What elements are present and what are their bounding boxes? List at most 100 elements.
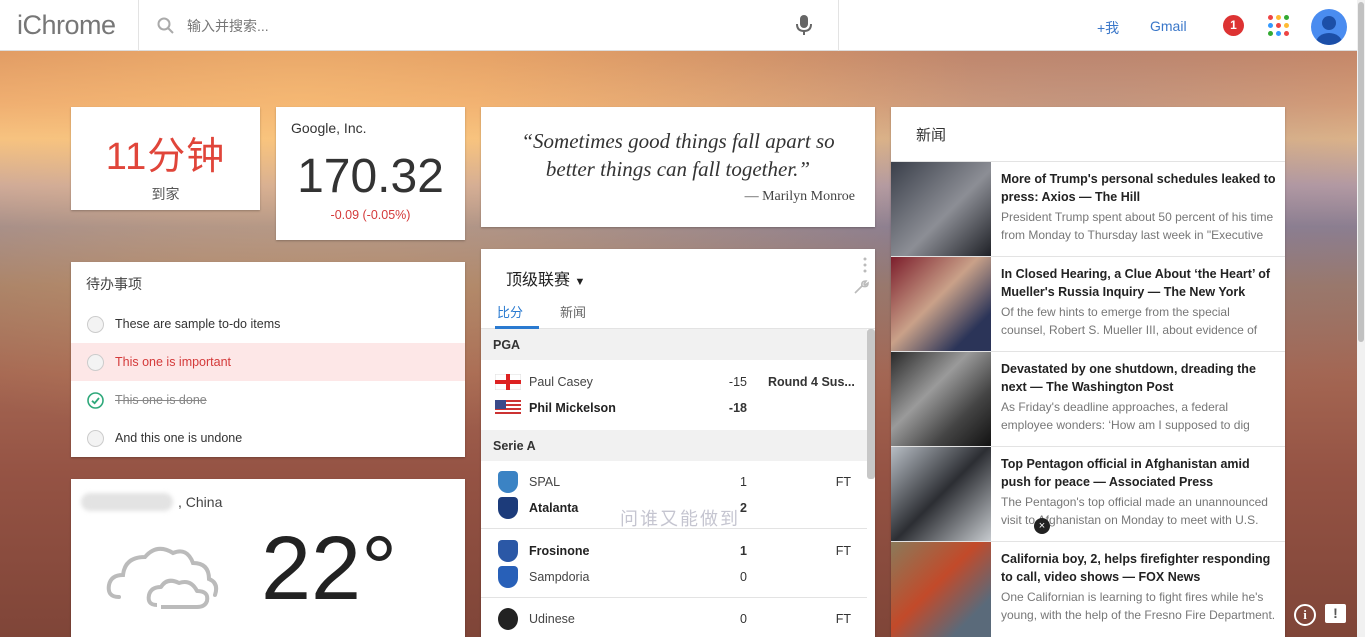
notification-badge[interactable]: 1	[1223, 15, 1244, 36]
news-description: Of the few hints to emerge from the spec…	[1001, 305, 1258, 337]
news-thumbnail[interactable]	[891, 162, 991, 257]
news-item[interactable]: Devastated by one shutdown, dreading the…	[891, 351, 1285, 447]
weather-location: , China	[178, 494, 223, 510]
stock-widget: Google, Inc. 170.32 -0.09 (-0.05%)	[276, 107, 465, 240]
udinese-crest-icon	[498, 608, 518, 630]
home-team: Udinese	[529, 612, 575, 626]
frosinone-crest-icon	[498, 540, 518, 562]
quote-text: “Sometimes good things fall apart so bet…	[521, 129, 835, 181]
atalanta-crest-icon	[498, 497, 518, 519]
todo-checkbox[interactable]	[87, 430, 104, 447]
page-scrollbar[interactable]	[1357, 0, 1365, 637]
stock-change: -0.09 (-0.05%)	[330, 208, 411, 222]
match-status: FT	[835, 544, 851, 558]
cloud-icon	[106, 546, 219, 609]
news-widget: 新闻 More of Trump's personal schedules le…	[891, 107, 1285, 637]
drag-handle-icon[interactable]	[863, 257, 867, 275]
dropdown-arrow-icon[interactable]: ▼	[574, 276, 585, 288]
scores-scrollbar[interactable]	[867, 329, 875, 479]
pga-row[interactable]: Paul Casey -15 Phil Mickelson -18 Round …	[481, 360, 867, 430]
news-thumbnail[interactable]	[891, 542, 991, 637]
stock-price: 170.32	[297, 150, 444, 203]
home-team: Frosinone	[529, 544, 590, 558]
todo-title: 待办事项	[86, 276, 142, 292]
news-description: One Californian is learning to fight fir…	[1001, 590, 1276, 622]
apps-grid-icon[interactable]	[1268, 15, 1289, 36]
feedback-icon[interactable]: !	[1325, 604, 1346, 623]
news-title: 新闻	[916, 127, 947, 144]
section-header: PGA	[481, 329, 867, 360]
news-headline[interactable]: In Closed Hearing, a Clue About ‘the Hea…	[1001, 265, 1277, 301]
news-headline[interactable]: California boy, 2, helps firefighter res…	[1001, 550, 1277, 586]
news-thumbnail[interactable]	[891, 352, 991, 447]
news-thumbnail[interactable]	[891, 257, 991, 352]
watermark-text: 问谁又能做到	[620, 509, 740, 529]
eta-widget: 11分钟 到家	[71, 107, 260, 210]
microphone-icon[interactable]	[796, 14, 812, 36]
news-description: As Friday's deadline approaches, a feder…	[1001, 400, 1250, 432]
check-circle-icon[interactable]	[87, 392, 104, 409]
stock-company: Google, Inc.	[291, 120, 367, 136]
news-item[interactable]: In Closed Hearing, a Clue About ‘the Hea…	[891, 256, 1285, 352]
plus-me-link[interactable]: +我	[1097, 18, 1119, 38]
league-name[interactable]: 顶级联赛	[506, 272, 570, 289]
home-score: 1	[740, 544, 747, 558]
event-status: Round 4 Sus...	[768, 375, 855, 389]
todo-label[interactable]: This one is done	[115, 393, 207, 407]
todo-item-important[interactable]: This one is important	[71, 343, 465, 381]
search-input[interactable]	[187, 14, 747, 38]
spal-crest-icon	[498, 471, 518, 493]
home-score: 0	[740, 612, 747, 626]
player-score: -15	[728, 375, 747, 389]
app-logo[interactable]: iChrome	[17, 10, 116, 41]
away-team: Atalanta	[529, 501, 579, 515]
match-status: FT	[835, 475, 851, 489]
weather-widget: , China 22°	[71, 479, 465, 637]
news-item[interactable]: California boy, 2, helps firefighter res…	[891, 541, 1285, 637]
todo-checkbox[interactable]	[87, 354, 104, 371]
todo-label[interactable]: This one is important	[115, 355, 231, 369]
redacted-location	[81, 493, 173, 511]
player-score: -18	[728, 401, 747, 415]
away-team: Sampdoria	[529, 570, 590, 584]
player-name: Paul Casey	[529, 375, 593, 389]
news-thumbnail[interactable]	[891, 447, 991, 542]
quote-widget: “Sometimes good things fall apart so bet…	[481, 107, 875, 227]
news-headline[interactable]: Devastated by one shutdown, dreading the…	[1001, 360, 1277, 396]
sampdoria-crest-icon	[498, 566, 518, 588]
todo-label[interactable]: These are sample to-do items	[115, 317, 280, 331]
gmail-link[interactable]: Gmail	[1150, 18, 1187, 34]
home-score: 1	[740, 475, 747, 489]
eta-label: 到家	[151, 186, 180, 202]
scores-list: PGA Paul Casey -15 Phil Mickelson -18 Ro…	[481, 329, 867, 637]
weather-temperature: 22°	[261, 519, 398, 619]
match-row[interactable]: Frosinone 1 FT Sampdoria 0	[481, 530, 867, 598]
info-icon[interactable]: i	[1294, 604, 1316, 626]
match-status: FT	[835, 612, 851, 626]
news-headline[interactable]: More of Trump's personal schedules leake…	[1001, 170, 1277, 206]
avatar[interactable]	[1311, 9, 1347, 45]
england-flag-icon	[495, 374, 521, 390]
todo-item[interactable]: And this one is undone	[71, 419, 465, 457]
todo-label[interactable]: And this one is undone	[115, 431, 242, 445]
home-team: SPAL	[529, 475, 561, 489]
sports-tabs: 比分 新闻	[481, 293, 875, 329]
match-row[interactable]: Udinese 0 FT	[481, 599, 867, 637]
tab-news[interactable]: 新闻	[560, 302, 586, 321]
league-selector[interactable]: 顶级联赛 ▼	[506, 266, 585, 290]
away-score: 0	[740, 570, 747, 584]
sports-widget: 顶级联赛 ▼ 比分 新闻 PGA Paul Casey -15 Phil Mic…	[481, 249, 875, 637]
todo-checkbox[interactable]	[87, 316, 104, 333]
search-icon	[157, 17, 174, 34]
todo-widget: 待办事项 These are sample to-do items This o…	[71, 262, 465, 457]
news-item[interactable]: Top Pentagon official in Afghanistan ami…	[891, 446, 1285, 542]
tab-scores[interactable]: 比分	[497, 302, 523, 321]
todo-item-done[interactable]: This one is done	[71, 381, 465, 419]
news-headline[interactable]: Top Pentagon official in Afghanistan ami…	[1001, 455, 1277, 491]
close-icon[interactable]: ×	[1034, 518, 1050, 534]
eta-value: 11分钟	[105, 136, 226, 178]
usa-flag-icon	[495, 400, 521, 416]
section-header: Serie A	[481, 430, 867, 461]
news-item[interactable]: More of Trump's personal schedules leake…	[891, 161, 1285, 257]
todo-item[interactable]: These are sample to-do items	[71, 305, 465, 343]
